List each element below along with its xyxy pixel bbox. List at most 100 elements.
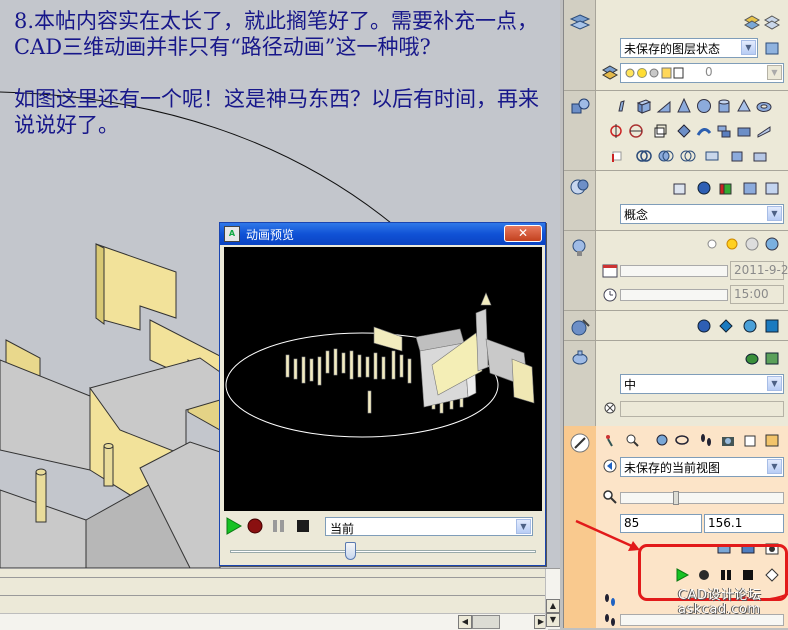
render-quality-select[interactable]: 中 ▼	[620, 374, 784, 394]
3d-move-icon[interactable]	[608, 148, 624, 164]
horizontal-scrollbar[interactable]: ◀ ▶	[0, 613, 548, 630]
footsteps-icon[interactable]	[698, 432, 714, 448]
view-select[interactable]: 未保存的当前视图 ▼	[620, 457, 784, 477]
stop-icon[interactable]	[294, 517, 312, 535]
calendar-icon[interactable]	[602, 263, 618, 279]
layer-states-icon[interactable]	[744, 14, 760, 30]
presspull-icon[interactable]	[736, 123, 752, 139]
chevron-down-icon[interactable]: ▼	[767, 206, 782, 221]
geographic-location-icon[interactable]	[764, 236, 780, 252]
visual-style-realistic-icon[interactable]	[696, 180, 712, 196]
view-settings-icon[interactable]	[764, 432, 780, 448]
sphere-icon[interactable]	[696, 98, 712, 114]
material-editor-icon[interactable]	[764, 318, 780, 334]
preview-progress-slider[interactable]	[230, 541, 536, 561]
visual-style-wire-icon[interactable]	[672, 180, 688, 196]
sun-icon[interactable]	[724, 236, 740, 252]
chevron-down-icon[interactable]: ▼	[516, 519, 531, 534]
walk-speed-icon[interactable]	[602, 592, 618, 608]
pyramid-icon[interactable]	[736, 98, 752, 114]
orbit-icon[interactable]	[674, 432, 690, 448]
record-icon[interactable]	[246, 517, 264, 535]
sun-off-icon[interactable]	[704, 236, 720, 252]
dialog-titlebar[interactable]: A 动画预览 ✕	[220, 223, 545, 245]
visual-style-manager-icon[interactable]	[742, 180, 758, 196]
date-field[interactable]: 2011-9-21	[730, 261, 788, 280]
view-back-icon[interactable]	[602, 458, 618, 474]
render-window-icon[interactable]	[764, 350, 780, 366]
layers-icon[interactable]	[569, 12, 591, 34]
extrude-icon[interactable]	[652, 123, 668, 139]
pan-icon[interactable]	[654, 432, 670, 448]
fly-icon[interactable]	[624, 432, 640, 448]
material-sphere-icon[interactable]	[696, 318, 712, 334]
intersect-icon[interactable]	[680, 148, 696, 164]
layer-name-value: 0	[705, 65, 713, 79]
materials-icon[interactable]	[569, 316, 591, 338]
chevron-down-icon[interactable]: ▼	[767, 65, 782, 80]
time-slider[interactable]	[620, 289, 728, 301]
slider-thumb[interactable]	[345, 542, 356, 560]
render-icon[interactable]	[744, 350, 760, 366]
scroll-down-icon[interactable]: ▼	[546, 613, 560, 627]
thicken-icon[interactable]	[752, 148, 768, 164]
layer-select[interactable]: 0 ▼	[620, 63, 784, 83]
slider-thumb[interactable]	[673, 491, 679, 505]
visual-style-settings-icon[interactable]	[764, 180, 780, 196]
section-plane-icon[interactable]	[628, 123, 644, 139]
pause-icon[interactable]	[270, 517, 288, 535]
step-height-icon[interactable]	[602, 612, 618, 628]
layer-properties-icon[interactable]	[764, 14, 780, 30]
shell-icon[interactable]	[730, 148, 746, 164]
subtract-icon[interactable]	[658, 148, 674, 164]
visual-styles-icon[interactable]	[569, 176, 591, 198]
torus-icon[interactable]	[756, 98, 772, 114]
3d-make-icon[interactable]	[569, 96, 591, 118]
vertical-scrollbar[interactable]: ▲ ▼	[545, 569, 560, 629]
camera-icon[interactable]	[720, 432, 736, 448]
scroll-thumb[interactable]	[472, 615, 500, 629]
play-icon[interactable]	[224, 517, 242, 535]
visual-style-select[interactable]: 当前 ▼	[325, 517, 533, 536]
layer-state-select[interactable]: 未保存的图层状态 ▼	[620, 38, 758, 58]
wedge-icon[interactable]	[656, 98, 672, 114]
scroll-left-icon[interactable]: ◀	[458, 615, 472, 629]
time-field[interactable]: 15:00	[730, 285, 784, 304]
cone-icon[interactable]	[676, 98, 692, 114]
section-divider	[564, 340, 788, 341]
3d-axis-icon[interactable]	[608, 123, 624, 139]
chevron-down-icon[interactable]: ▼	[767, 459, 782, 474]
box-icon[interactable]	[636, 98, 652, 114]
sweep-icon[interactable]	[696, 123, 712, 139]
close-button[interactable]: ✕	[504, 225, 542, 242]
polysolid-icon[interactable]	[616, 98, 632, 114]
layer-status-icons	[625, 67, 684, 79]
scroll-up-icon[interactable]: ▲	[546, 599, 560, 613]
render-teapot-icon[interactable]	[569, 346, 591, 368]
lens-slider[interactable]	[620, 491, 784, 505]
interfere-icon[interactable]	[704, 148, 720, 164]
material-map-icon[interactable]	[742, 318, 758, 334]
walk-icon[interactable]	[602, 432, 618, 448]
layer-match-icon[interactable]	[602, 64, 618, 80]
union-icon[interactable]	[636, 148, 652, 164]
material-attach-icon[interactable]	[718, 318, 734, 334]
loft-icon[interactable]	[716, 123, 732, 139]
lights-icon[interactable]	[569, 236, 591, 258]
chevron-down-icon[interactable]: ▼	[741, 40, 756, 55]
zoom-icon[interactable]	[602, 489, 618, 505]
visual-style-conceptual-icon[interactable]	[718, 180, 734, 196]
sun-properties-icon[interactable]	[744, 236, 760, 252]
revolve-icon[interactable]	[676, 123, 692, 139]
cylinder-icon[interactable]	[716, 98, 732, 114]
render-region-icon[interactable]	[602, 400, 618, 416]
chevron-down-icon[interactable]: ▼	[767, 376, 782, 391]
clock-icon[interactable]	[602, 287, 618, 303]
field-of-view-field[interactable]: 156.1	[704, 514, 784, 533]
date-slider[interactable]	[620, 265, 728, 277]
visual-style-select[interactable]: 概念 ▼	[620, 204, 784, 224]
navigation-tools-icon[interactable]	[569, 432, 591, 454]
layer-manager-icon[interactable]	[764, 40, 780, 56]
slice-icon[interactable]	[756, 123, 772, 139]
view-cube-icon[interactable]	[742, 432, 758, 448]
